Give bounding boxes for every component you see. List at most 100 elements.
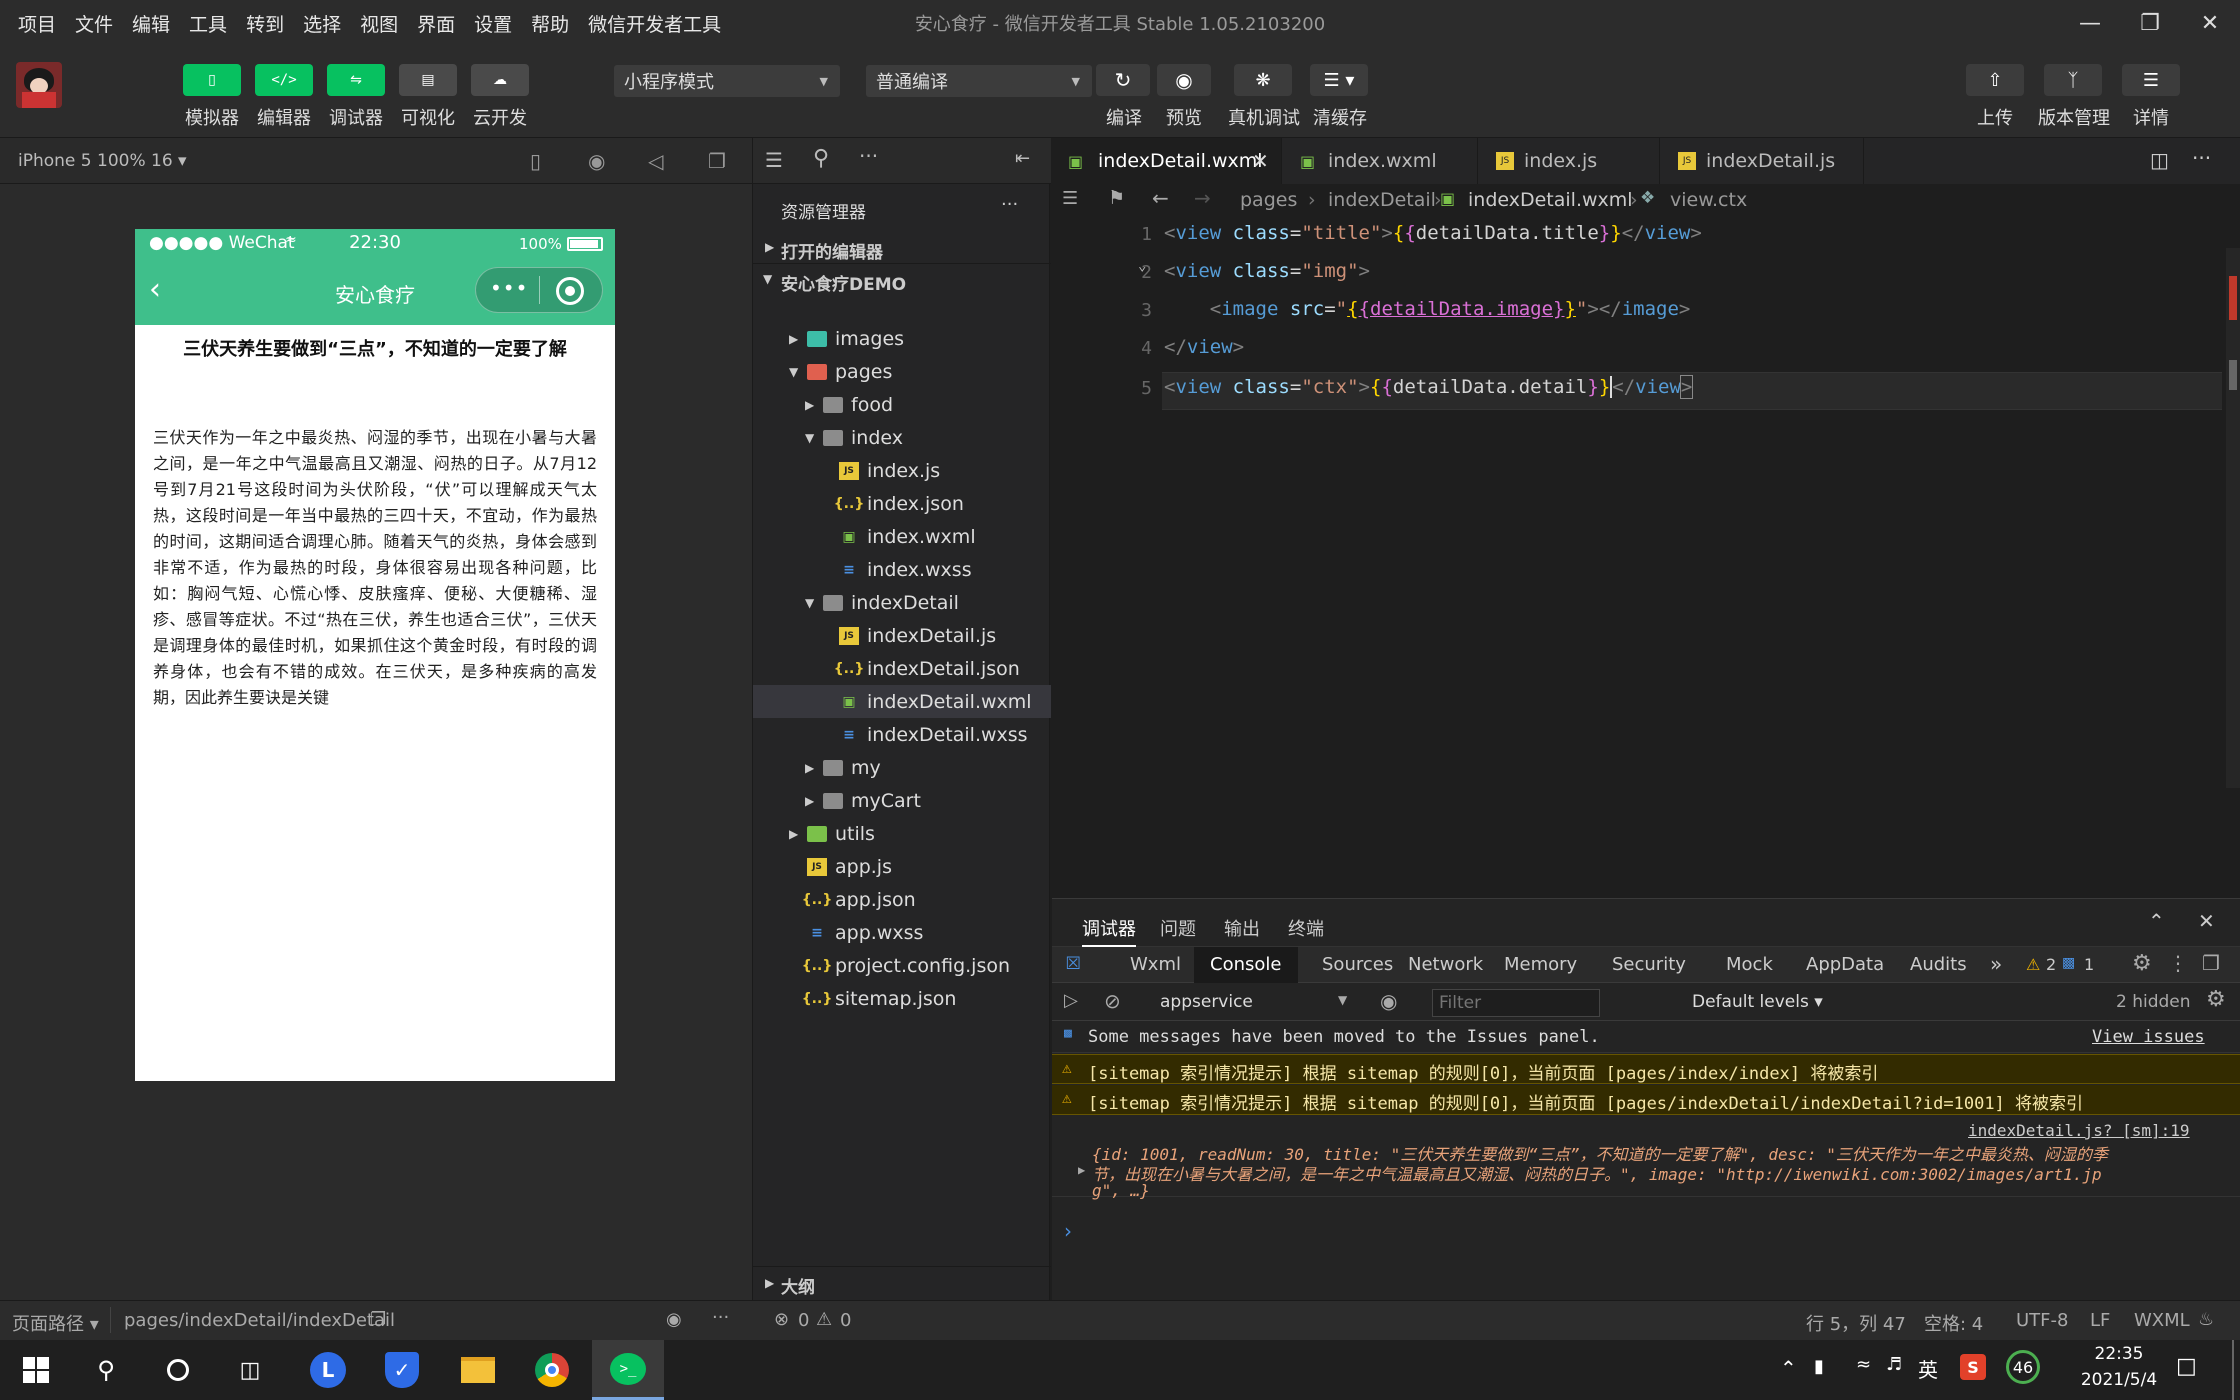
menu-item[interactable]: 转到 xyxy=(246,10,284,37)
inspect-icon[interactable]: ⮽ xyxy=(1066,953,1080,974)
tree-file[interactable]: ≡ index.wxss xyxy=(753,553,1051,586)
back-arrow-icon[interactable]: ← xyxy=(1152,186,1169,210)
tab-indexdetail-wxml[interactable]: ▣ indexDetail.wxml ✕ xyxy=(1052,138,1282,184)
tree-file[interactable]: {..} indexDetail.json xyxy=(753,652,1051,685)
menu-item[interactable]: 选择 xyxy=(303,10,341,37)
console-settings-icon[interactable]: ⚙ xyxy=(2206,987,2226,1012)
code-editor[interactable]: 1 2 3 4 5 ⌄ <view class="title">{{detail… xyxy=(1052,218,2240,898)
version-button[interactable]: ᛉ xyxy=(2044,64,2102,96)
show-desktop-button[interactable] xyxy=(2232,1340,2234,1400)
tree-folder[interactable]: ▼ indexDetail xyxy=(753,586,1051,619)
tab-issues[interactable]: 问题 xyxy=(1160,915,1196,941)
tab-wxml[interactable]: Wxml xyxy=(1130,954,1181,975)
info-count[interactable]: 1 xyxy=(2084,955,2094,974)
menu-item[interactable]: 帮助 xyxy=(531,10,569,37)
tab-indexdetail-js[interactable]: JS indexDetail.js xyxy=(1660,138,1864,184)
cursor-position[interactable]: 行 5，列 47 xyxy=(1806,1310,1906,1336)
tab-sources[interactable]: Sources xyxy=(1322,954,1393,975)
device-select[interactable]: iPhone 5 100% 16 ▾ xyxy=(18,151,187,171)
sidebar-toggle-icon[interactable]: ▷ xyxy=(1064,990,1078,1011)
mode-select[interactable]: 小程序模式 ▼ xyxy=(614,65,840,97)
error-count[interactable]: 0 xyxy=(798,1310,809,1331)
tree-file[interactable]: JS app.js xyxy=(753,850,1051,883)
breadcrumb-file[interactable]: indexDetail.wxml xyxy=(1468,189,1633,211)
tab-debugger[interactable]: 调试器 xyxy=(1082,915,1136,947)
upload-button[interactable]: ⇧ xyxy=(1966,64,2024,96)
cpu-badge[interactable]: 46 xyxy=(2006,1350,2040,1384)
close-mini-icon[interactable] xyxy=(556,277,584,305)
bell-icon[interactable]: ♨ xyxy=(2198,1309,2214,1330)
tree-file[interactable]: ▣ index.wxml xyxy=(753,520,1051,553)
warning-count[interactable]: 0 xyxy=(840,1310,851,1331)
tab-appdata[interactable]: AppData xyxy=(1806,954,1884,975)
tree-file[interactable]: JS indexDetail.js xyxy=(753,619,1051,652)
tab-output[interactable]: 输出 xyxy=(1224,915,1260,941)
dock-icon[interactable]: ❐ xyxy=(2202,951,2220,975)
tab-index-wxml[interactable]: ▣ index.wxml xyxy=(1282,138,1478,184)
language-mode[interactable]: WXML xyxy=(2134,1310,2190,1331)
tab-memory[interactable]: Memory xyxy=(1504,954,1577,975)
editor-scrollbar[interactable] xyxy=(2226,248,2240,788)
close-icon[interactable]: ✕ xyxy=(1252,149,1269,173)
open-editors-section[interactable]: ▶ 打开的编辑器 xyxy=(753,234,1051,264)
tab-network[interactable]: Network xyxy=(1408,954,1483,975)
search-icon[interactable]: ⚲ xyxy=(86,1350,126,1390)
menu-item[interactable]: 项目 xyxy=(18,10,56,37)
collapse-panel-icon[interactable]: ⇤ xyxy=(1015,148,1030,169)
task-view-icon[interactable]: ◫ xyxy=(230,1350,270,1390)
view-issues-link[interactable]: View issues xyxy=(2092,1027,2205,1047)
more-icon[interactable]: ••• xyxy=(490,276,528,300)
outline-section[interactable]: ▶ 大纲 xyxy=(753,1266,1051,1300)
gear-icon[interactable]: ⚙ xyxy=(2132,951,2152,976)
search-icon[interactable]: ⚲ xyxy=(813,146,829,171)
project-section[interactable]: ▼ 安心食疗DEMO xyxy=(753,266,1051,296)
copy-icon[interactable]: ❐ xyxy=(370,1309,386,1330)
tree-folder[interactable]: ▼ index xyxy=(753,421,1051,454)
tree-folder[interactable]: ▼ pages xyxy=(753,355,1051,388)
fold-chevron-icon[interactable]: ⌄ xyxy=(1138,258,1146,274)
file-explorer-icon[interactable] xyxy=(458,1350,498,1390)
tab-terminal[interactable]: 终端 xyxy=(1288,915,1324,941)
menu-item[interactable]: 微信开发者工具 xyxy=(588,10,721,37)
tab-security[interactable]: Security xyxy=(1612,954,1686,975)
volume-icon[interactable]: ♬ xyxy=(1886,1354,1902,1375)
breadcrumb-folder[interactable]: indexDetail xyxy=(1328,189,1436,211)
windows-start-icon[interactable] xyxy=(16,1350,56,1390)
tree-file[interactable]: {..} index.json xyxy=(753,487,1051,520)
tree-folder[interactable]: ▶ my xyxy=(753,751,1051,784)
tree-file[interactable]: ≡ indexDetail.wxss xyxy=(753,718,1051,751)
close-icon[interactable]: ✕ xyxy=(2198,909,2215,933)
page-path-select[interactable]: 页面路径 ▾ xyxy=(12,1310,99,1336)
cortana-icon[interactable] xyxy=(158,1350,198,1390)
tab-index-js[interactable]: JS index.js xyxy=(1478,138,1660,184)
details-button[interactable]: ☰ xyxy=(2122,64,2180,96)
tree-folder[interactable]: ▶ food xyxy=(753,388,1051,421)
phone-icon[interactable]: ▯ xyxy=(530,149,541,173)
menu-item[interactable]: 编辑 xyxy=(132,10,170,37)
kebab-icon[interactable]: ⋮ xyxy=(2168,951,2188,975)
tree-folder[interactable]: ▶ utils xyxy=(753,817,1051,850)
avatar[interactable] xyxy=(16,62,62,108)
shield-app-icon[interactable]: ✓ xyxy=(382,1350,422,1390)
bookmark-icon[interactable]: ⚑ xyxy=(1108,187,1125,209)
tree-file[interactable]: {..} sitemap.json xyxy=(753,982,1051,1015)
breadcrumb-pages[interactable]: pages xyxy=(1240,189,1297,211)
editor-toggle-button[interactable]: </> xyxy=(255,64,313,96)
tab-audits[interactable]: Audits xyxy=(1910,954,1967,975)
list-icon[interactable]: ☰ xyxy=(1062,188,1078,209)
tree-folder[interactable]: ▶ images xyxy=(753,322,1051,355)
menu-item[interactable]: 视图 xyxy=(360,10,398,37)
split-editor-icon[interactable]: ◫ xyxy=(2150,148,2169,172)
list-icon[interactable]: ☰ xyxy=(765,148,783,172)
eye-icon[interactable]: ◉ xyxy=(1380,989,1397,1013)
notification-icon[interactable]: □ xyxy=(2176,1354,2197,1379)
more-tabs-icon[interactable]: » xyxy=(1990,952,2002,976)
ime-indicator[interactable]: 英 xyxy=(1918,1354,1938,1383)
network-icon[interactable]: ≈ xyxy=(1856,1354,1871,1375)
more-icon[interactable]: ··· xyxy=(859,144,878,168)
visual-button[interactable]: ▤ xyxy=(399,64,457,96)
preview-button[interactable]: ◉ xyxy=(1157,64,1211,96)
tree-file[interactable]: ≡ app.wxss xyxy=(753,916,1051,949)
forward-arrow-icon[interactable]: → xyxy=(1194,186,1211,210)
tree-file[interactable]: ▣ indexDetail.wxml xyxy=(753,685,1051,718)
